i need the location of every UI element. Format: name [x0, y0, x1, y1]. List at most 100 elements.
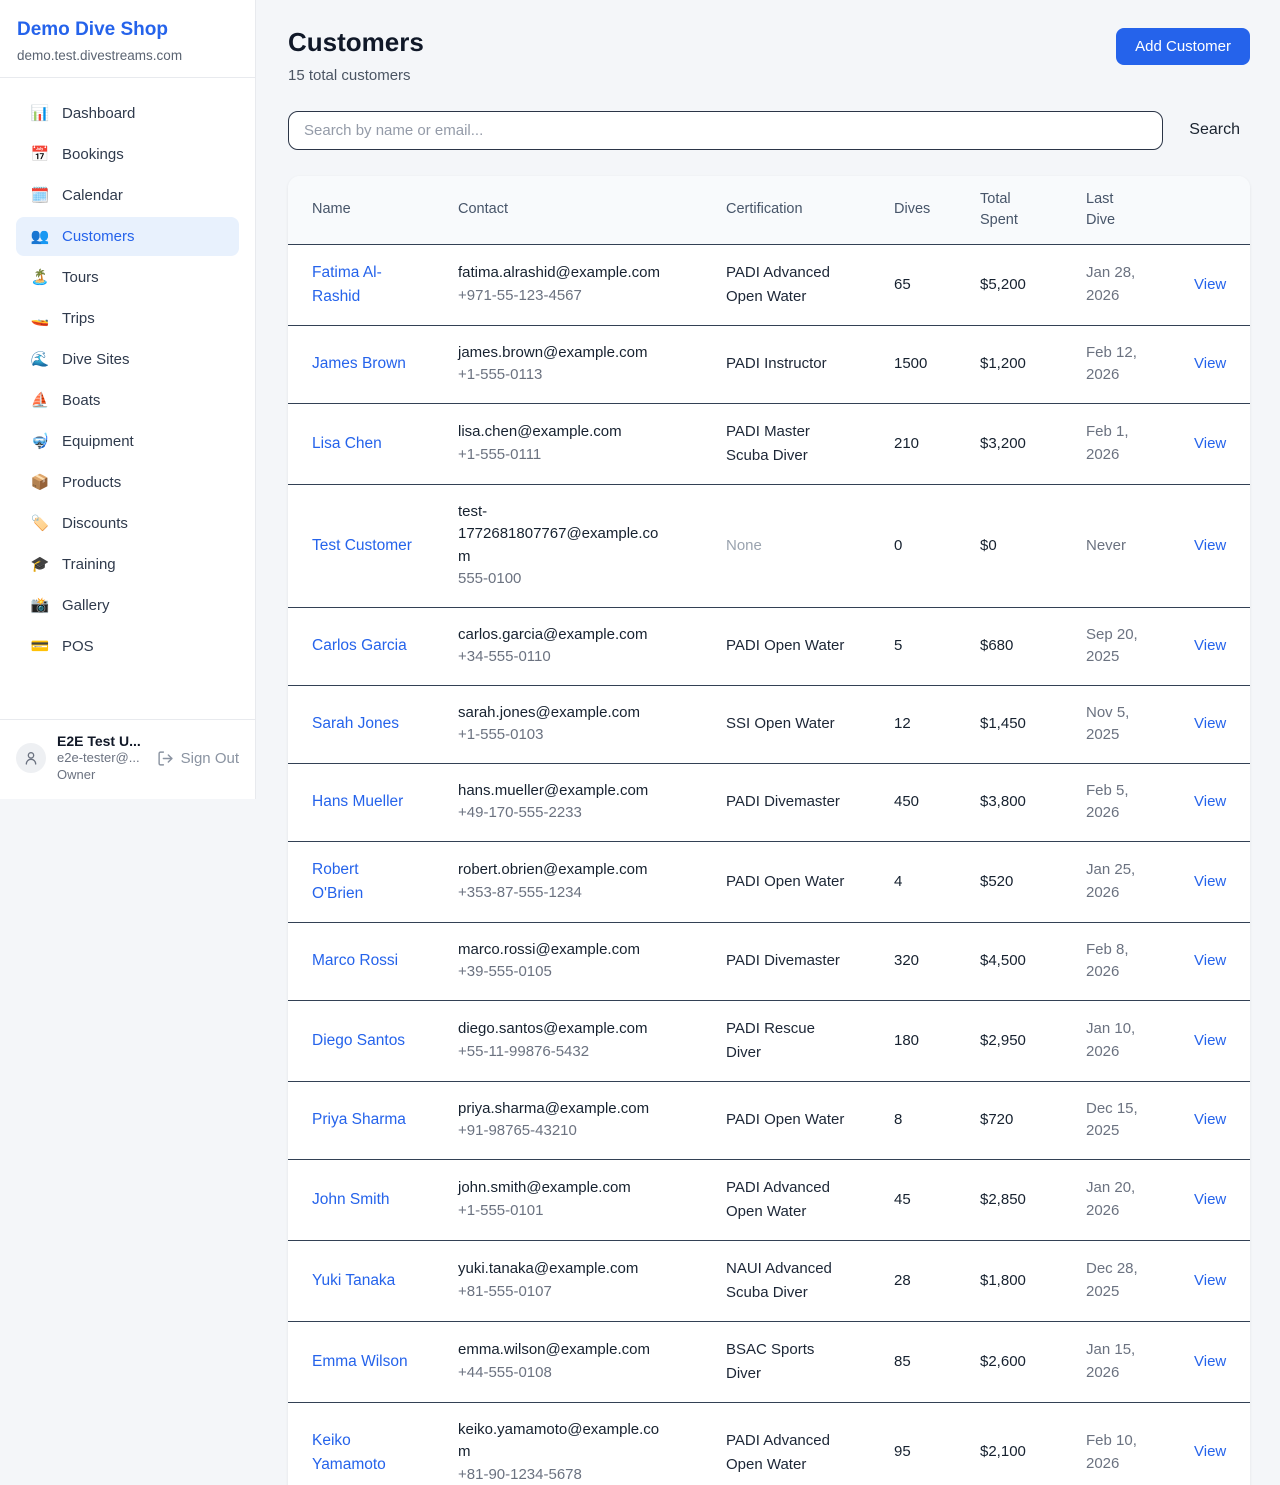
sidebar-item-trips[interactable]: 🚤 Trips [16, 299, 239, 338]
sidebar-item-bookings[interactable]: 📅 Bookings [16, 135, 239, 174]
customer-name-link[interactable]: Carlos Garcia [312, 634, 407, 658]
customer-last-dive: Jan 10, 2026 [1086, 1018, 1146, 1063]
customer-total-spent: $3,200 [980, 403, 1086, 484]
search-input[interactable] [288, 111, 1163, 150]
customer-certification: SSI Open Water [726, 712, 835, 736]
view-link[interactable]: View [1194, 1443, 1226, 1460]
customer-name-link[interactable]: Test Customer [312, 534, 412, 558]
view-link[interactable]: View [1194, 537, 1226, 554]
customer-total-spent: $5,200 [980, 244, 1086, 325]
app-window: Demo Dive Shop demo.test.divestreams.com… [0, 0, 1280, 1485]
user-section: E2E Test U... e2e-tester@... Owner Sign … [0, 719, 255, 799]
customer-email: marco.rossi@example.com [458, 939, 666, 962]
table-row: Keiko Yamamoto keiko.yamamoto@example.co… [288, 1402, 1250, 1485]
customer-dives: 28 [894, 1240, 980, 1321]
table-row: Priya Sharma priya.sharma@example.com +9… [288, 1081, 1250, 1159]
customer-name-link[interactable]: James Brown [312, 352, 406, 376]
sidebar-item-tours[interactable]: 🏝️ Tours [16, 258, 239, 297]
customer-email: test-1772681807767@example.com [458, 501, 666, 569]
view-link[interactable]: View [1194, 1353, 1226, 1370]
graduation-cap-icon: 🎓 [30, 554, 50, 575]
customer-last-dive: Jan 25, 2026 [1086, 859, 1146, 904]
table-row: Test Customer test-1772681807767@example… [288, 484, 1250, 607]
table-row: Yuki Tanaka yuki.tanaka@example.com +81-… [288, 1240, 1250, 1321]
customer-last-dive: Feb 5, 2026 [1086, 780, 1146, 825]
col-header-contact: Contact [458, 176, 726, 245]
customer-certification: PADI Open Water [726, 634, 844, 658]
customer-dives: 0 [894, 484, 980, 607]
user-name: E2E Test U... [57, 733, 141, 749]
sidebar-item-dashboard[interactable]: 📊 Dashboard [16, 94, 239, 133]
sidebar-item-products[interactable]: 📦 Products [16, 463, 239, 502]
customer-email: keiko.yamamoto@example.com [458, 1419, 666, 1464]
customer-name-link[interactable]: Priya Sharma [312, 1108, 406, 1132]
user-email: e2e-tester@... [57, 749, 141, 767]
sidebar-item-gallery[interactable]: 📸 Gallery [16, 586, 239, 625]
customer-phone: +34-555-0110 [458, 646, 718, 669]
customer-last-dive: Never [1086, 535, 1126, 558]
table-row: Robert O'Brien robert.obrien@example.com… [288, 841, 1250, 922]
customer-email: lisa.chen@example.com [458, 421, 666, 444]
view-link[interactable]: View [1194, 276, 1226, 293]
customer-phone: +353-87-555-1234 [458, 882, 718, 905]
sidebar-item-calendar[interactable]: 🗓️ Calendar [16, 176, 239, 215]
customer-phone: 555-0100 [458, 568, 718, 591]
view-link[interactable]: View [1194, 435, 1226, 452]
col-header-last-dive: Last Dive [1086, 176, 1194, 245]
view-link[interactable]: View [1194, 637, 1226, 654]
customer-dives: 12 [894, 685, 980, 763]
shop-title: Demo Dive Shop [17, 18, 238, 43]
sidebar-item-customers[interactable]: 👥 Customers [16, 217, 239, 256]
sidebar-item-equipment[interactable]: 🤿 Equipment [16, 422, 239, 461]
island-icon: 🏝️ [30, 267, 50, 288]
sidebar-item-discounts[interactable]: 🏷️ Discounts [16, 504, 239, 543]
customer-dives: 45 [894, 1159, 980, 1240]
customer-name-link[interactable]: Diego Santos [312, 1029, 405, 1053]
customer-name-link[interactable]: Fatima Al-Rashid [312, 261, 412, 309]
customer-name-link[interactable]: Marco Rossi [312, 949, 398, 973]
table-row: Sarah Jones sarah.jones@example.com +1-5… [288, 685, 1250, 763]
customer-certification: PADI Open Water [726, 1108, 844, 1132]
customer-name-link[interactable]: Hans Mueller [312, 790, 403, 814]
add-customer-button[interactable]: Add Customer [1116, 28, 1250, 65]
view-link[interactable]: View [1194, 1272, 1226, 1289]
customer-name-link[interactable]: Sarah Jones [312, 712, 399, 736]
customer-name-link[interactable]: Emma Wilson [312, 1350, 408, 1374]
customer-name-link[interactable]: Robert O'Brien [312, 858, 412, 906]
customer-name-link[interactable]: John Smith [312, 1188, 390, 1212]
view-link[interactable]: View [1194, 1032, 1226, 1049]
table-row: Hans Mueller hans.mueller@example.com +4… [288, 763, 1250, 841]
customer-name-link[interactable]: Keiko Yamamoto [312, 1429, 412, 1477]
customer-name-link[interactable]: Lisa Chen [312, 432, 382, 456]
sidebar-item-training[interactable]: 🎓 Training [16, 545, 239, 584]
view-link[interactable]: View [1194, 1111, 1226, 1128]
customer-total-spent: $3,800 [980, 763, 1086, 841]
sidebar-item-pos[interactable]: 💳 POS [16, 627, 239, 666]
sidebar-item-boats[interactable]: ⛵ Boats [16, 381, 239, 420]
table-row: Marco Rossi marco.rossi@example.com +39-… [288, 922, 1250, 1000]
sailboat-icon: ⛵ [30, 390, 50, 411]
customer-dives: 180 [894, 1000, 980, 1081]
customer-dives: 85 [894, 1321, 980, 1402]
customer-dives: 95 [894, 1402, 980, 1485]
col-header-dives: Dives [894, 176, 980, 245]
customer-phone: +1-555-0101 [458, 1200, 718, 1223]
table-row: Lisa Chen lisa.chen@example.com +1-555-0… [288, 403, 1250, 484]
view-link[interactable]: View [1194, 355, 1226, 372]
user-meta: E2E Test U... e2e-tester@... Owner [57, 733, 141, 784]
view-link[interactable]: View [1194, 873, 1226, 890]
view-link[interactable]: View [1194, 1191, 1226, 1208]
view-link[interactable]: View [1194, 793, 1226, 810]
customer-phone: +81-90-1234-5678 [458, 1464, 718, 1485]
sign-out-button[interactable]: Sign Out [157, 750, 239, 767]
view-link[interactable]: View [1194, 952, 1226, 969]
view-link[interactable]: View [1194, 715, 1226, 732]
customer-last-dive: Feb 8, 2026 [1086, 939, 1146, 984]
customer-dives: 320 [894, 922, 980, 1000]
customer-certification: PADI Advanced Open Water [726, 1429, 848, 1477]
search-button[interactable]: Search [1189, 121, 1250, 139]
person-icon [23, 750, 39, 766]
diving-mask-icon: 🤿 [30, 431, 50, 452]
sidebar-item-dive-sites[interactable]: 🌊 Dive Sites [16, 340, 239, 379]
customer-name-link[interactable]: Yuki Tanaka [312, 1269, 395, 1293]
